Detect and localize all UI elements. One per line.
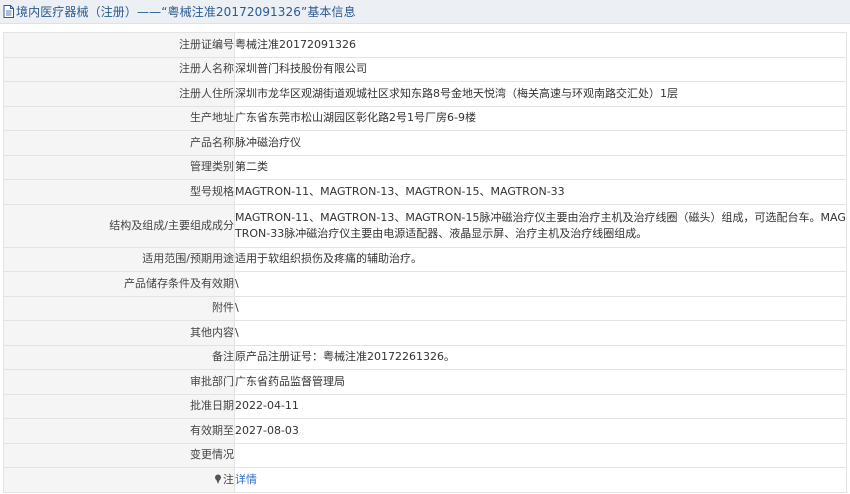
registration-info-table: 注册证编号 粤械注准20172091326 注册人名称 深圳普门科技股份有限公司 注…	[3, 32, 847, 493]
table-row: 管理类别 第二类	[3, 154, 847, 180]
table-row: 审批部门 广东省药品监督管理局	[3, 369, 847, 395]
table-row: 注册证编号 粤械注准20172091326	[3, 32, 847, 58]
pin-icon	[215, 474, 221, 484]
field-label: 注册人住所	[3, 81, 235, 107]
field-value: 适用于软组织损伤及疼痛的辅助治疗。	[234, 246, 847, 272]
table-row: 注册人住所 深圳市龙华区观湖街道观城社区求知东路8号金地天悦湾（梅关高速与环观南路…	[3, 81, 847, 107]
field-label: 型号规格	[3, 179, 235, 205]
table-row: 产品名称 脉冲磁治疗仪	[3, 130, 847, 156]
field-label: 变更情况	[3, 442, 235, 468]
field-label: 产品储存条件及有效期	[3, 271, 235, 297]
field-label: 注册人名称	[3, 56, 235, 82]
field-value	[234, 442, 847, 468]
field-label: 其他内容	[3, 320, 235, 346]
field-value: \	[234, 295, 847, 321]
table-row: 结构及组成/主要组成成分 MAGTRON-11、MAGTRON-13、MAGTRO…	[3, 203, 847, 248]
field-label: 适用范围/预期用途	[3, 246, 235, 272]
field-label: 审批部门	[3, 369, 235, 395]
details-link[interactable]: 详情	[235, 473, 257, 486]
field-value: \	[234, 271, 847, 297]
field-value: 深圳普门科技股份有限公司	[234, 56, 847, 82]
field-label: 附件	[3, 295, 235, 321]
document-icon	[3, 5, 14, 18]
table-row: 产品储存条件及有效期 \	[3, 271, 847, 297]
note-label: 注	[223, 472, 234, 486]
field-value: 第二类	[234, 154, 847, 180]
table-row: 生产地址 广东省东莞市松山湖园区彰化路2号1号厂房6-9楼	[3, 105, 847, 131]
table-row: 注册人名称 深圳普门科技股份有限公司	[3, 56, 847, 82]
field-value: 粤械注准20172091326	[234, 32, 847, 58]
field-value: \	[234, 320, 847, 346]
field-label: 管理类别	[3, 154, 235, 180]
field-label: 产品名称	[3, 130, 235, 156]
field-value: 2027-08-03	[234, 418, 847, 444]
field-value: MAGTRON-11、MAGTRON-13、MAGTRON-15、MAGTRON…	[234, 179, 847, 205]
table-row: 有效期至 2027-08-03	[3, 418, 847, 444]
field-value: 脉冲磁治疗仪	[234, 130, 847, 156]
field-label: 生产地址	[3, 105, 235, 131]
table-row: 适用范围/预期用途 适用于软组织损伤及疼痛的辅助治疗。	[3, 246, 847, 272]
note-label-cell: 注	[3, 467, 235, 493]
table-row: 备注 原产品注册证号：粤械注准20172261326。	[3, 344, 847, 370]
field-label: 批准日期	[3, 393, 235, 419]
field-label: 注册证编号	[3, 32, 235, 58]
table-row: 批准日期 2022-04-11	[3, 393, 847, 419]
field-value: 广东省药品监督管理局	[234, 369, 847, 395]
field-value: 深圳市龙华区观湖街道观城社区求知东路8号金地天悦湾（梅关高速与环观南路交汇处）1…	[234, 81, 847, 107]
page-title-bar: 境内医疗器械（注册）——“粤械注准20172091326”基本信息	[0, 0, 850, 24]
field-label: 备注	[3, 344, 235, 370]
table-row: 型号规格 MAGTRON-11、MAGTRON-13、MAGTRON-15、MAG…	[3, 179, 847, 205]
field-value: 原产品注册证号：粤械注准20172261326。	[234, 344, 847, 370]
field-label: 有效期至	[3, 418, 235, 444]
field-value: MAGTRON-11、MAGTRON-13、MAGTRON-15脉冲磁治疗仪主要…	[234, 203, 847, 248]
field-value: 2022-04-11	[234, 393, 847, 419]
table-row: 附件 \	[3, 295, 847, 321]
field-label: 结构及组成/主要组成成分	[3, 203, 235, 248]
field-value: 广东省东莞市松山湖园区彰化路2号1号厂房6-9楼	[234, 105, 847, 131]
table-row: 其他内容 \	[3, 320, 847, 346]
note-row: 注 详情	[3, 467, 847, 493]
page-title: 境内医疗器械（注册）——“粤械注准20172091326”基本信息	[16, 5, 356, 19]
table-row: 变更情况	[3, 442, 847, 468]
note-value-cell: 详情	[234, 467, 847, 493]
